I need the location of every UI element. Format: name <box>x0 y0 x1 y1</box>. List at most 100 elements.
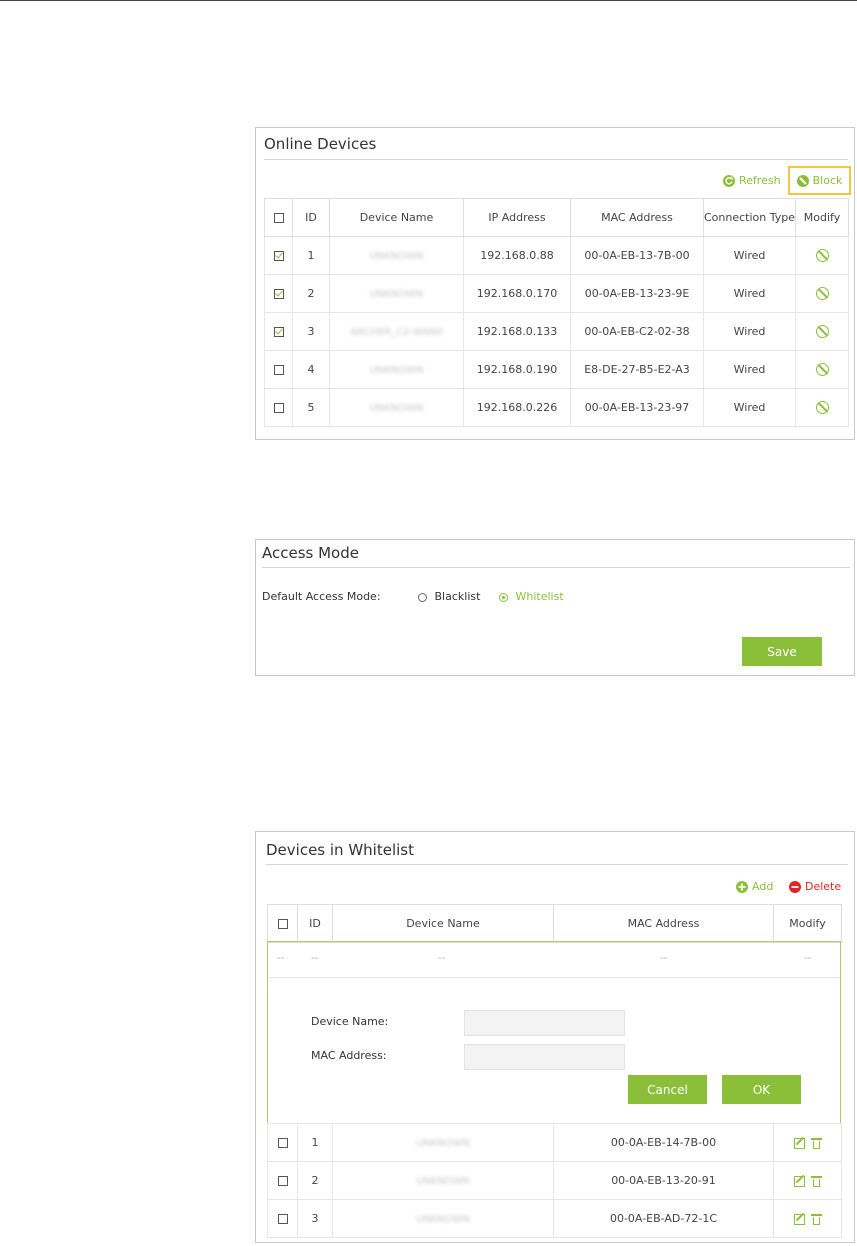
placeholder-modify: -- <box>804 953 812 964</box>
table-row: 3 UNKNOWN 00-0A-EB-AD-72-1C <box>267 1199 842 1238</box>
edit-icon[interactable] <box>793 1213 805 1225</box>
block-device-icon[interactable] <box>815 287 829 301</box>
whitelist-radio[interactable] <box>499 592 508 602</box>
access-mode-panel: Access Mode Default Access Mode: Blackli… <box>255 539 855 676</box>
row-id: 4 <box>292 350 330 389</box>
refresh-button[interactable]: Refresh <box>723 174 781 187</box>
row-device-name: UNKNOWN <box>369 251 424 262</box>
col-mac-address: MAC Address <box>570 198 704 237</box>
row-mac: 00-0A-EB-C2-02-38 <box>570 312 704 351</box>
row-device-name: ARCHER_C2-WAN0 <box>350 327 443 338</box>
row-device-name: UNKNOWN <box>415 1214 471 1225</box>
refresh-label: Refresh <box>739 174 781 187</box>
row-device-name: UNKNOWN <box>369 403 424 414</box>
blacklist-label: Blacklist <box>434 590 481 603</box>
online-devices-title: Online Devices <box>264 135 377 153</box>
col-id: ID <box>292 198 330 237</box>
row-ip: 192.168.0.190 <box>463 350 571 389</box>
whitelist-panel: Devices in Whitelist Add Delete ID Devic… <box>255 831 855 1243</box>
row-checkbox[interactable] <box>273 403 284 413</box>
online-devices-table: ID Device Name IP Address MAC Address Co… <box>264 198 849 427</box>
placeholder-mac: -- <box>660 953 668 964</box>
row-checkbox[interactable] <box>277 1214 288 1224</box>
blacklist-option[interactable]: Blacklist <box>418 590 480 603</box>
whitelist-label: Whitelist <box>515 590 564 603</box>
select-all-checkbox[interactable] <box>273 213 284 223</box>
col-device-name: Device Name <box>332 904 554 943</box>
whitelist-option[interactable]: Whitelist <box>499 590 564 603</box>
placeholder-device-name: -- <box>438 953 446 964</box>
mac-address-input[interactable] <box>464 1044 625 1070</box>
row-checkbox[interactable] <box>273 327 284 337</box>
table-header: ID Device Name IP Address MAC Address Co… <box>264 198 849 237</box>
trash-icon[interactable] <box>810 1213 822 1225</box>
table-row: 5 UNKNOWN 192.168.0.226 00-0A-EB-13-23-9… <box>264 388 849 427</box>
save-button[interactable]: Save <box>742 637 822 666</box>
trash-icon[interactable] <box>810 1175 822 1187</box>
top-rule <box>0 0 857 1</box>
row-id: 3 <box>292 312 330 351</box>
row-mac: 00-0A-EB-13-20-91 <box>553 1161 774 1200</box>
trash-icon[interactable] <box>810 1137 822 1149</box>
row-mac: 00-0A-EB-13-23-97 <box>570 388 704 427</box>
delete-label: Delete <box>805 880 842 893</box>
col-device-name: Device Name <box>329 198 464 237</box>
title-divider <box>266 864 848 865</box>
row-id: 1 <box>292 236 330 275</box>
row-mac: 00-0A-EB-AD-72-1C <box>553 1199 774 1238</box>
placeholder-check: -- <box>277 953 285 964</box>
access-mode-title: Access Mode <box>262 544 359 562</box>
row-checkbox[interactable] <box>277 1176 288 1186</box>
row-device-name: UNKNOWN <box>369 289 424 300</box>
add-icon <box>736 880 748 893</box>
whitelist-table: 1 UNKNOWN 00-0A-EB-14-7B-00 2 UNKNOWN 00… <box>267 1123 842 1238</box>
row-checkbox[interactable] <box>277 1138 288 1148</box>
block-button[interactable]: Block <box>788 166 851 195</box>
whitelist-title: Devices in Whitelist <box>266 841 414 859</box>
device-name-input[interactable] <box>464 1010 625 1036</box>
col-modify: Modify <box>795 198 849 237</box>
col-id: ID <box>297 904 333 943</box>
row-type: Wired <box>703 236 796 275</box>
edit-icon[interactable] <box>793 1137 805 1149</box>
table-row: 2 UNKNOWN 192.168.0.170 00-0A-EB-13-23-9… <box>264 274 849 313</box>
col-ip-address: IP Address <box>463 198 571 237</box>
edit-icon[interactable] <box>793 1175 805 1187</box>
row-ip: 192.168.0.133 <box>463 312 571 351</box>
table-row: 2 UNKNOWN 00-0A-EB-13-20-91 <box>267 1161 842 1200</box>
mac-address-label: MAC Address: <box>311 1049 387 1062</box>
row-id: 2 <box>297 1161 333 1200</box>
delete-icon <box>789 880 801 893</box>
row-id: 3 <box>297 1199 333 1238</box>
add-button[interactable]: Add <box>736 880 773 893</box>
refresh-icon <box>723 174 735 187</box>
row-checkbox[interactable] <box>273 289 284 299</box>
table-row: 4 UNKNOWN 192.168.0.190 E8-DE-27-B5-E2-A… <box>264 350 849 389</box>
row-type: Wired <box>703 388 796 427</box>
block-device-icon[interactable] <box>815 325 829 339</box>
row-mac: 00-0A-EB-13-7B-00 <box>570 236 704 275</box>
row-type: Wired <box>703 350 796 389</box>
ok-button[interactable]: OK <box>722 1075 801 1104</box>
row-ip: 192.168.0.88 <box>463 236 571 275</box>
select-all-checkbox[interactable] <box>277 919 288 929</box>
row-checkbox[interactable] <box>273 365 284 375</box>
row-ip: 192.168.0.226 <box>463 388 571 427</box>
block-device-icon[interactable] <box>815 401 829 415</box>
delete-button[interactable]: Delete <box>789 880 841 893</box>
title-divider <box>264 159 848 160</box>
block-icon <box>796 174 809 187</box>
add-label: Add <box>752 880 774 893</box>
block-device-icon[interactable] <box>815 249 829 263</box>
blacklist-radio[interactable] <box>418 592 427 602</box>
block-device-icon[interactable] <box>815 363 829 377</box>
cancel-button[interactable]: Cancel <box>628 1075 707 1104</box>
row-id: 5 <box>292 388 330 427</box>
row-checkbox[interactable] <box>273 251 284 261</box>
table-row: 1 UNKNOWN 00-0A-EB-14-7B-00 <box>267 1123 842 1162</box>
placeholder-id: -- <box>311 953 319 964</box>
row-type: Wired <box>703 312 796 351</box>
online-devices-panel: Online Devices Refresh Block ID Device N… <box>255 127 855 440</box>
col-connection-type: Connection Type <box>703 198 796 237</box>
block-label: Block <box>812 174 843 187</box>
